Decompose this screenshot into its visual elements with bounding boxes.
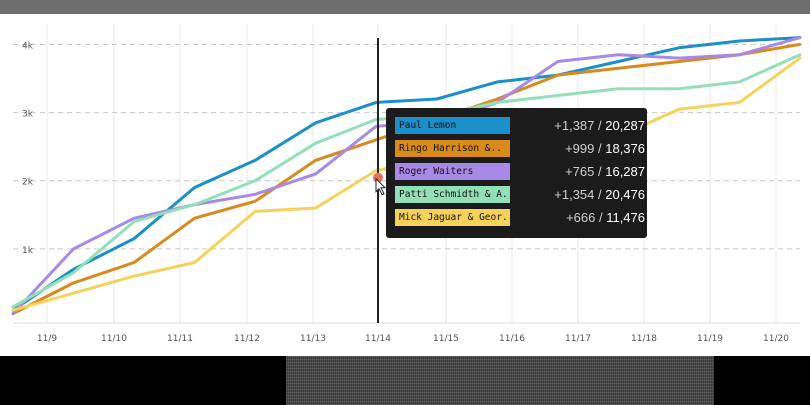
- tooltip-total: 20,476: [605, 187, 645, 202]
- chart-tooltip: Paul Lemon +1,387 / 20,287 Ringo Harriso…: [386, 108, 647, 238]
- tooltip-value: +1,387 / 20,287: [554, 117, 645, 134]
- tooltip-series-label: Mick Jaguar & Geor..: [395, 209, 510, 226]
- tooltip-total: 11,476: [606, 210, 645, 225]
- tooltip-separator: /: [594, 141, 606, 156]
- x-tick-label: 11/20: [763, 334, 789, 344]
- x-tick-label: 11/12: [234, 334, 260, 344]
- tooltip-separator: /: [594, 118, 606, 133]
- y-tick-label: 4k: [22, 41, 34, 51]
- x-tick-label: 11/11: [167, 334, 193, 344]
- tooltip-delta: +666: [566, 210, 596, 225]
- x-tick-label: 11/18: [631, 334, 657, 344]
- y-tick-label: 1k: [22, 246, 34, 256]
- tooltip-value: +666 / 11,476: [566, 209, 645, 226]
- tooltip-separator: /: [595, 210, 607, 225]
- x-tick-label: 11/19: [697, 334, 723, 344]
- stage: 1k 2k 3k 4k 11/9 11/10 11/11 11/12 11/13 11/14 11/…: [0, 0, 810, 405]
- x-tick-label: 11/16: [499, 334, 525, 344]
- tooltip-delta: +1,387: [554, 118, 595, 133]
- tooltip-row: Patti Schmidth & A.. +1,354 / 20,476: [395, 186, 645, 203]
- tooltip-row: Ringo Harrison &.. +999 / 18,376: [395, 140, 645, 157]
- tooltip-separator: /: [594, 164, 606, 179]
- x-tick-label: 11/17: [565, 334, 591, 344]
- noise-panel: [286, 356, 714, 405]
- tooltip-row: Paul Lemon +1,387 / 20,287: [395, 117, 645, 134]
- tooltip-delta: +765: [565, 164, 595, 179]
- tooltip-delta: +999: [565, 141, 595, 156]
- tooltip-series-label: Ringo Harrison &..: [395, 140, 510, 157]
- x-tick-label: 11/10: [101, 334, 127, 344]
- tooltip-value: +1,354 / 20,476: [554, 186, 645, 203]
- tooltip-delta: +1,354: [554, 187, 595, 202]
- tooltip-series-label: Paul Lemon: [395, 117, 510, 134]
- tooltip-value: +765 / 16,287: [565, 163, 645, 180]
- tooltip-total: 20,287: [605, 118, 645, 133]
- x-tick-label: 11/13: [300, 334, 326, 344]
- x-tick-label: 11/9: [37, 334, 57, 344]
- y-tick-label: 2k: [22, 178, 34, 188]
- tooltip-series-label: Patti Schmidth & A..: [395, 186, 510, 203]
- x-tick-label: 11/14: [365, 334, 391, 344]
- tooltip-value: +999 / 18,376: [565, 140, 645, 157]
- tooltip-total: 16,287: [605, 164, 645, 179]
- tooltip-row: Mick Jaguar & Geor.. +666 / 11,476: [395, 209, 645, 226]
- tooltip-series-label: Roger Waiters: [395, 163, 510, 180]
- tooltip-separator: /: [594, 187, 606, 202]
- y-tick-label: 3k: [22, 110, 34, 120]
- tooltip-row: Roger Waiters +765 / 16,287: [395, 163, 645, 180]
- top-bar: [0, 0, 810, 14]
- tooltip-total: 18,376: [605, 141, 645, 156]
- x-tick-label: 11/15: [433, 334, 459, 344]
